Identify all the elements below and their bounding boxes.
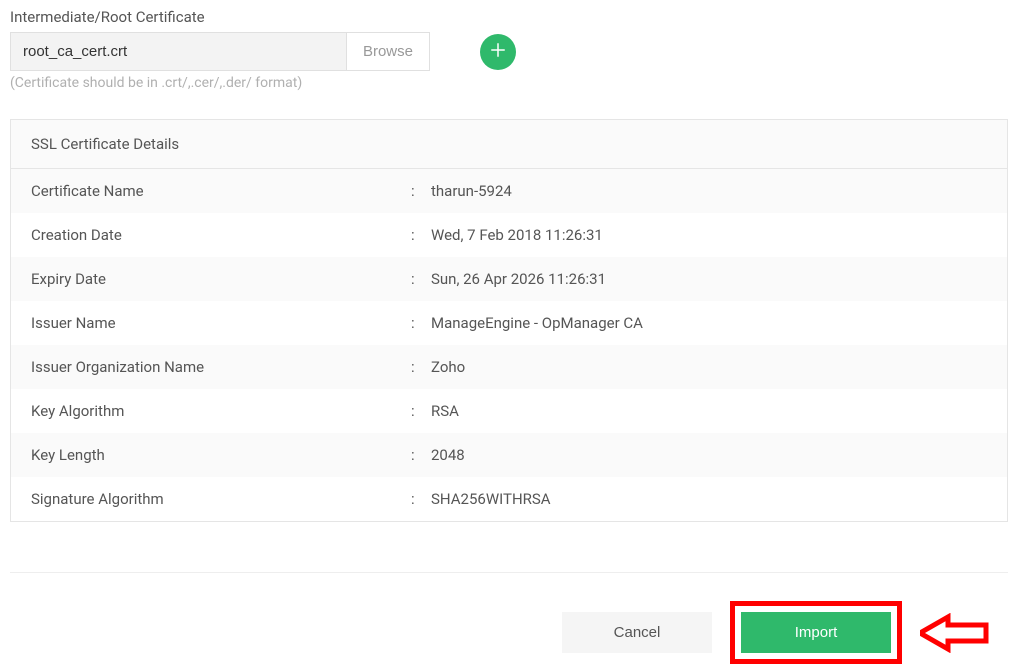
table-row: Signature Algorithm : SHA256WITHRSA — [11, 477, 1007, 521]
row-colon: : — [411, 226, 431, 244]
table-row: Creation Date : Wed, 7 Feb 2018 11:26:31 — [11, 213, 1007, 257]
table-row: Issuer Name : ManageEngine - OpManager C… — [11, 301, 1007, 345]
row-value: Zoho — [431, 358, 987, 376]
row-colon: : — [411, 402, 431, 420]
row-colon: : — [411, 314, 431, 332]
add-button[interactable] — [480, 34, 516, 70]
section-label: Intermediate/Root Certificate — [10, 8, 1008, 26]
row-label: Expiry Date — [31, 270, 411, 288]
import-button[interactable]: Import — [741, 612, 891, 653]
table-row: Certificate Name : tharun-5924 — [11, 169, 1007, 213]
row-label: Issuer Name — [31, 314, 411, 332]
row-colon: : — [411, 182, 431, 200]
arrow-left-icon — [920, 613, 990, 653]
row-label: Creation Date — [31, 226, 411, 244]
row-value: tharun-5924 — [431, 182, 987, 200]
row-label: Key Length — [31, 446, 411, 464]
file-picker: Browse — [10, 32, 430, 71]
row-value: Sun, 26 Apr 2026 11:26:31 — [431, 270, 987, 288]
row-value: RSA — [431, 402, 987, 420]
row-colon: : — [411, 270, 431, 288]
table-row: Issuer Organization Name : Zoho — [11, 345, 1007, 389]
plus-icon — [489, 41, 507, 62]
actions-row: Cancel Import — [10, 572, 1008, 664]
row-value: Wed, 7 Feb 2018 11:26:31 — [431, 226, 987, 244]
selected-file-input[interactable] — [11, 33, 346, 70]
import-highlight-box: Import — [730, 601, 902, 664]
ssl-details-table: SSL Certificate Details Certificate Name… — [10, 119, 1008, 522]
row-label: Key Algorithm — [31, 402, 411, 420]
ssl-details-body: Certificate Name : tharun-5924 Creation … — [11, 169, 1007, 521]
table-row: Key Algorithm : RSA — [11, 389, 1007, 433]
table-row: Key Length : 2048 — [11, 433, 1007, 477]
ssl-details-title: SSL Certificate Details — [11, 120, 1007, 169]
table-row: Expiry Date : Sun, 26 Apr 2026 11:26:31 — [11, 257, 1007, 301]
row-label: Certificate Name — [31, 182, 411, 200]
row-value: 2048 — [431, 446, 987, 464]
format-hint: (Certificate should be in .crt/,.cer/,.d… — [10, 75, 1008, 91]
row-value: SHA256WITHRSA — [431, 490, 987, 508]
row-value: ManageEngine - OpManager CA — [431, 314, 987, 332]
row-colon: : — [411, 446, 431, 464]
row-colon: : — [411, 358, 431, 376]
file-picker-row: Browse — [10, 32, 1008, 71]
row-colon: : — [411, 490, 431, 508]
cancel-button[interactable]: Cancel — [562, 612, 712, 653]
row-label: Issuer Organization Name — [31, 358, 411, 376]
browse-button[interactable]: Browse — [346, 33, 429, 70]
row-label: Signature Algorithm — [31, 490, 411, 508]
